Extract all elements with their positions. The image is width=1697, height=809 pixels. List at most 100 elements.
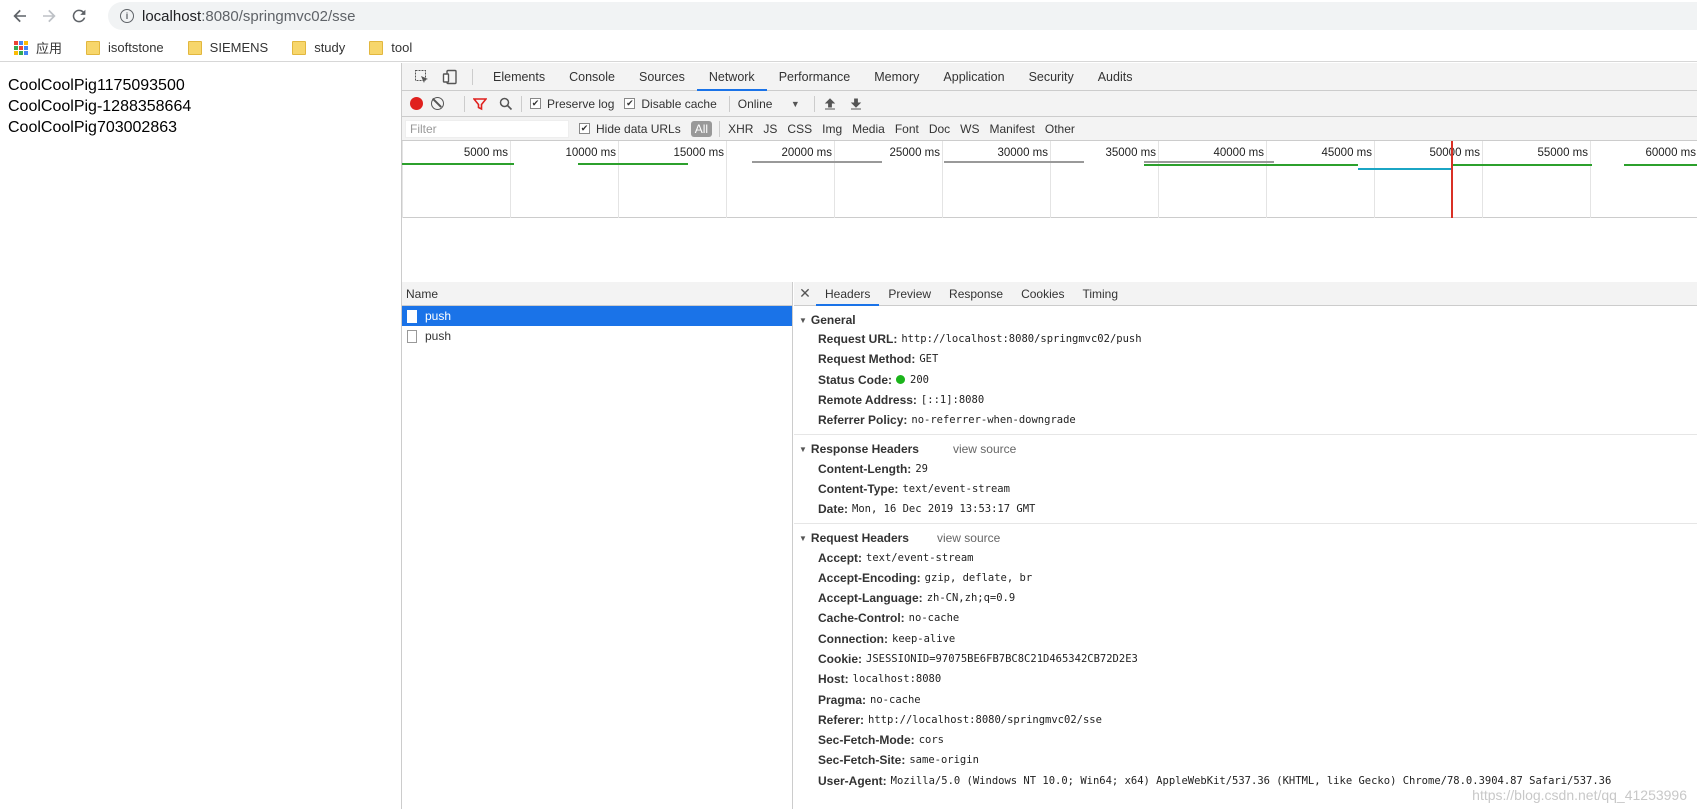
divider — [813, 95, 815, 112]
network-filter-bar: Filter ✔ Hide data URLs All XHR JS CSS Im… — [402, 117, 1697, 141]
header-row: Status Code: 200 — [794, 370, 1697, 390]
filter-type-manifest[interactable]: Manifest — [985, 122, 1040, 136]
tab-console[interactable]: Console — [557, 63, 627, 91]
header-key: Status Code: — [818, 372, 893, 387]
header-value: cors — [918, 734, 944, 747]
timeline-gridline — [1590, 141, 1591, 218]
watermark-text: https://blog.csdn.net/qq_41253996 — [1472, 787, 1687, 803]
network-overview-timeline[interactable]: 5000 ms 10000 ms 15000 ms 20000 ms 25000… — [402, 141, 1697, 218]
throttling-select[interactable]: Online ▼ — [732, 97, 806, 111]
bookmark-isoftstone[interactable]: isoftstone — [80, 40, 164, 55]
timeline-gridline — [1482, 141, 1483, 218]
expand-triangle-icon: ▼ — [799, 533, 807, 543]
header-value: 200 — [910, 373, 929, 386]
import-har-icon[interactable] — [823, 97, 837, 111]
tab-headers[interactable]: Headers — [816, 282, 880, 306]
timeline-tick-label: 50000 ms — [1429, 147, 1480, 159]
timeline-load-marker — [1451, 141, 1453, 218]
filter-type-all[interactable]: All — [690, 120, 713, 137]
timeline-gridline — [942, 141, 943, 218]
clear-icon[interactable] — [431, 97, 444, 110]
record-icon[interactable] — [410, 97, 423, 110]
reload-icon — [72, 9, 86, 23]
header-value: gzip, deflate, br — [924, 571, 1033, 584]
header-value: 29 — [915, 462, 928, 475]
header-value: Mozilla/5.0 (Windows NT 10.0; Win64; x64… — [890, 774, 1612, 787]
header-value: no-cache — [870, 693, 921, 706]
column-header-name[interactable]: Name — [402, 282, 792, 306]
timeline-tick-label: 55000 ms — [1537, 147, 1588, 159]
tab-timing[interactable]: Timing — [1073, 282, 1127, 306]
tab-preview[interactable]: Preview — [879, 282, 940, 306]
bookmark-apps[interactable]: 应用 — [14, 38, 62, 57]
filter-type-js[interactable]: JS — [758, 122, 782, 136]
filter-type-doc[interactable]: Doc — [924, 122, 955, 136]
filter-type-other[interactable]: Other — [1040, 122, 1080, 136]
tab-audits[interactable]: Audits — [1086, 63, 1145, 91]
filter-type-media[interactable]: Media — [847, 122, 890, 136]
forward-arrow-icon — [43, 9, 56, 23]
document-icon — [407, 329, 417, 343]
tab-network[interactable]: Network — [696, 63, 767, 91]
tab-security[interactable]: Security — [1017, 63, 1086, 91]
request-row-selected[interactable]: push — [402, 306, 792, 326]
request-row[interactable]: push — [402, 326, 792, 346]
divider — [728, 95, 730, 112]
view-source-link[interactable]: view source — [953, 442, 1016, 456]
hide-data-urls-checkbox[interactable]: ✔ Hide data URLs — [579, 122, 681, 136]
filter-type-font[interactable]: Font — [890, 122, 924, 136]
omnibox[interactable]: i localhost:8080/springmvc02/sse — [108, 2, 1697, 30]
search-icon[interactable] — [499, 97, 513, 111]
filter-funnel-icon[interactable] — [473, 97, 487, 111]
preserve-log-checkbox[interactable]: ✔ Preserve log — [530, 97, 614, 111]
tab-memory[interactable]: Memory — [862, 63, 931, 91]
tab-sources[interactable]: Sources — [627, 63, 697, 91]
filter-type-xhr[interactable]: XHR — [723, 122, 758, 136]
tab-elements[interactable]: Elements — [481, 63, 557, 91]
bookmark-study[interactable]: study — [286, 40, 345, 55]
close-icon[interactable]: ✕ — [794, 285, 816, 302]
filter-type-ws[interactable]: WS — [955, 122, 984, 136]
tab-performance[interactable]: Performance — [767, 63, 863, 91]
filter-input[interactable]: Filter — [405, 119, 569, 138]
divider — [472, 68, 473, 85]
export-har-icon[interactable] — [849, 97, 863, 111]
folder-icon — [369, 40, 384, 55]
header-key: Sec-Fetch-Site: — [818, 753, 906, 768]
response-headers-toggle[interactable]: ▼ Response Headers view source — [794, 440, 1697, 458]
header-row: Cookie: JSESSIONID=97075BE6FB7BC8C21D4653… — [794, 649, 1697, 669]
forward-button[interactable] — [37, 5, 61, 27]
timeline-gridline — [726, 141, 727, 218]
header-key: Pragma: — [818, 692, 867, 707]
timeline-bar — [1624, 164, 1697, 166]
view-source-link[interactable]: view source — [937, 531, 1000, 545]
disable-cache-checkbox[interactable]: ✔ Disable cache — [624, 97, 717, 111]
header-value: zh-CN,zh;q=0.9 — [926, 592, 1016, 605]
header-value: keep-alive — [892, 632, 956, 645]
tab-response[interactable]: Response — [940, 282, 1012, 306]
info-icon[interactable]: i — [120, 9, 134, 23]
reload-button[interactable] — [67, 5, 91, 27]
filter-type-img[interactable]: Img — [817, 122, 847, 136]
request-name: push — [425, 309, 452, 323]
status-ok-icon — [896, 375, 906, 385]
header-key: Referrer Policy: — [818, 413, 908, 428]
url-text[interactable]: localhost:8080/springmvc02/sse — [142, 8, 355, 25]
dropdown-arrow-icon: ▼ — [790, 98, 800, 109]
tab-cookies[interactable]: Cookies — [1012, 282, 1073, 306]
header-key: Content-Length: — [818, 461, 912, 476]
apps-grid-icon — [14, 40, 28, 55]
timeline-tick-label: 10000 ms — [565, 147, 616, 159]
request-headers-toggle[interactable]: ▼ Request Headers view source — [794, 529, 1697, 547]
bookmark-siemens[interactable]: SIEMENS — [182, 40, 268, 55]
timeline-tick-label: 20000 ms — [781, 147, 832, 159]
tab-application[interactable]: Application — [931, 63, 1016, 91]
general-section-toggle[interactable]: ▼ General — [794, 311, 1697, 329]
bookmark-tool[interactable]: tool — [363, 40, 412, 55]
back-button[interactable] — [8, 5, 32, 27]
divider — [521, 95, 522, 112]
device-toolbar-button[interactable] — [436, 63, 464, 91]
inspect-element-button[interactable] — [408, 63, 436, 91]
filter-type-css[interactable]: CSS — [782, 122, 817, 136]
bookmarks-bar: 应用 isoftstone SIEMENS study tool — [0, 34, 1697, 62]
